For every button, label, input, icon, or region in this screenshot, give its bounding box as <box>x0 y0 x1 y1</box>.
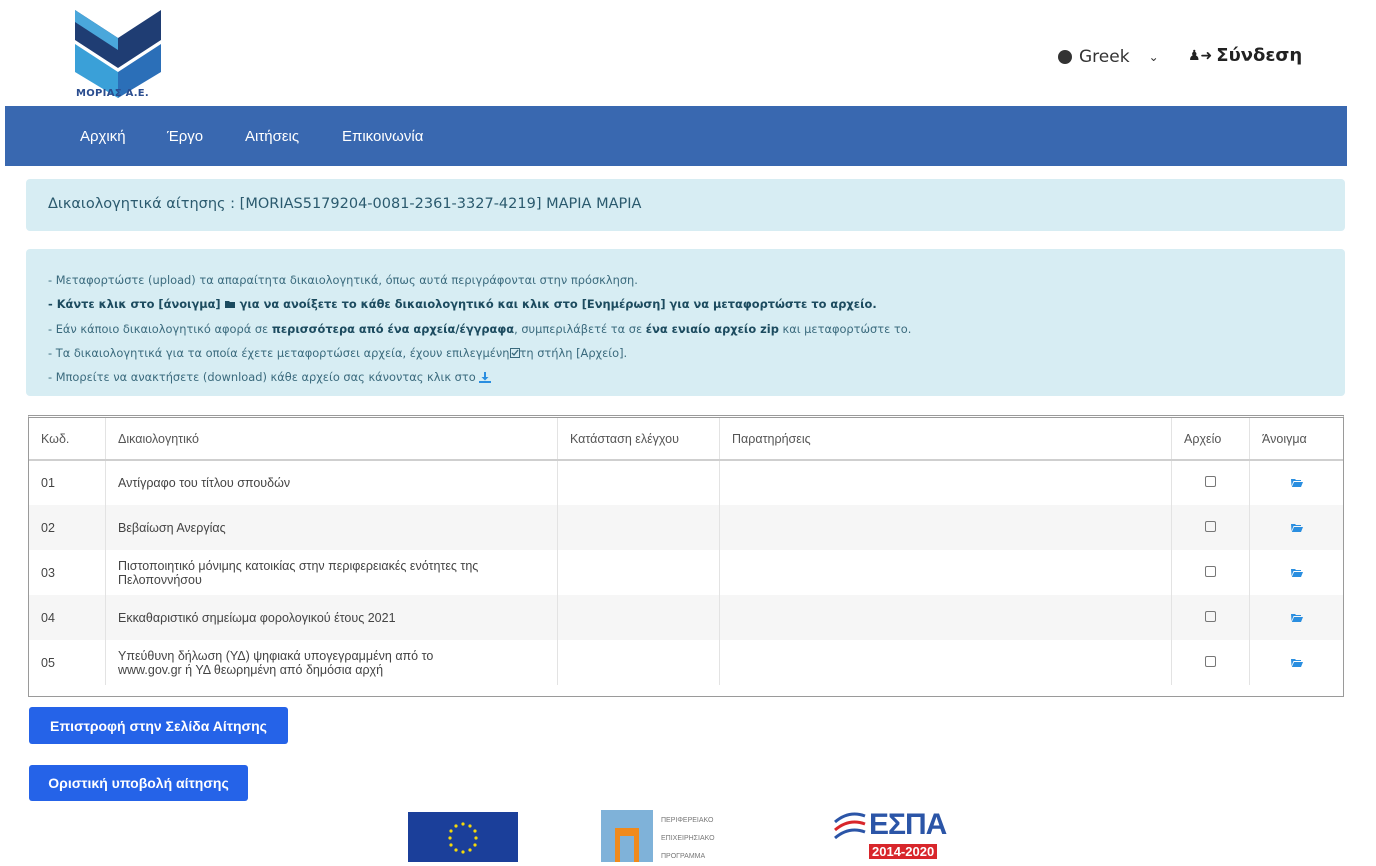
eu-flag-logo <box>408 812 518 862</box>
row-notes <box>719 505 1172 550</box>
row-notes <box>719 460 1172 505</box>
pep-line-3: ΠΡΟΓΡΑΜΜΑ <box>661 853 706 860</box>
nav-item-project[interactable]: Έργο <box>167 128 203 145</box>
table-row: 05 Υπεύθυνη δήλωση (ΥΔ) ψηφιακά υπογεγρα… <box>29 640 1343 685</box>
col-open: Άνοιγμα <box>1249 418 1343 461</box>
logo-text: ΜΟΡΙΑΣ Α.Ε. <box>76 88 150 99</box>
row-status <box>557 550 720 595</box>
folder-open-icon[interactable] <box>1290 568 1303 577</box>
file-checkbox <box>1205 476 1216 487</box>
row-code: 03 <box>29 550 106 595</box>
instructions-panel: - Μεταφορτώστε (upload) τα απαραίτητα δι… <box>26 249 1345 396</box>
row-notes <box>719 550 1172 595</box>
page-title: Δικαιολογητικά αίτησης : [MORIAS5179204-… <box>26 179 1345 231</box>
row-document: Πιστοποιητικό μόνιμης κατοικίας στην περ… <box>105 550 558 595</box>
col-document: Δικαιολογητικό <box>105 418 558 461</box>
pep-line-2: ΕΠΙΧΕΙΡΗΣΙΑΚΟ <box>661 835 715 842</box>
pep-line-1: ΠΕΡΙΦΕΡΕΙΑΚΟ <box>661 817 714 824</box>
instruction-line-3a: - Εάν κάποιο δικαιολογητικό αφορά σε <box>48 321 269 336</box>
col-status: Κατάσταση ελέγχου <box>557 418 720 461</box>
espa-logo: ΕΣΠΑ 2014-2020 <box>833 806 963 862</box>
pep-logo: ΠΕΡΙΦΕΡΕΙΑΚΟ ΕΠΙΧΕΙΡΗΣΙΑΚΟ ΠΡΟΓΡΑΜΜΑ <box>601 810 761 862</box>
folder-open-icon[interactable] <box>1290 523 1303 532</box>
row-file-cell <box>1171 550 1250 595</box>
nav-item-applications[interactable]: Αιτήσεις <box>245 128 299 145</box>
instruction-line-4a: - Τα δικαιολογητικά για τα οποία έχετε μ… <box>48 345 510 360</box>
row-notes <box>719 595 1172 640</box>
row-file-cell <box>1171 460 1250 505</box>
row-open-cell <box>1250 460 1344 505</box>
login-icon: ♟➜ <box>1188 47 1213 64</box>
instruction-line-2-rest: για να ανοίξετε το κάθε δικαιολογητικό κ… <box>239 297 877 312</box>
instruction-line-4b: τη στήλη [Αρχείο]. <box>519 345 628 360</box>
language-selector[interactable]: Greek ⌄ <box>1058 47 1159 67</box>
col-notes: Παρατηρήσεις <box>719 418 1172 461</box>
instruction-line-3: - Εάν κάποιο δικαιολογητικό αφορά σε περ… <box>48 317 1323 341</box>
row-document: Αντίγραφο του τίτλου σπουδών <box>105 460 558 505</box>
row-notes <box>719 640 1172 685</box>
col-code: Κωδ. <box>29 418 106 461</box>
language-label: Greek <box>1079 47 1130 67</box>
instruction-line-4: - Τα δικαιολογητικά για τα οποία έχετε μ… <box>48 341 1323 365</box>
folder-open-icon <box>224 301 235 309</box>
row-document: Βεβαίωση Ανεργίας <box>105 505 558 550</box>
row-file-cell <box>1171 640 1250 685</box>
row-status <box>557 640 720 685</box>
table-row: 04 Εκκαθαριστικό σημείωμα φορολογικού έτ… <box>29 595 1343 640</box>
espa-years: 2014-2020 <box>869 844 938 859</box>
row-code: 04 <box>29 595 106 640</box>
globe-icon <box>1058 50 1072 64</box>
row-open-cell <box>1250 640 1344 685</box>
main-navbar: Αρχική Έργο Αιτήσεις Επικοινωνία <box>5 106 1347 166</box>
row-code: 05 <box>29 640 106 685</box>
nav-item-contact[interactable]: Επικοινωνία <box>342 128 423 145</box>
download-icon <box>479 372 492 384</box>
row-open-cell <box>1250 505 1344 550</box>
file-checkbox <box>1205 610 1216 622</box>
instruction-line-2: - Κάντε κλικ στο [άνοιγμα] για να ανοίξε… <box>48 292 1323 316</box>
folder-open-icon[interactable] <box>1290 658 1303 667</box>
row-file-cell <box>1171 505 1250 550</box>
table-row: 03 Πιστοποιητικό μόνιμης κατοικίας στην … <box>29 550 1343 595</box>
instruction-line-5-text: - Μπορείτε να ανακτήσετε (download) κάθε… <box>48 370 476 385</box>
final-submit-button[interactable]: Οριστική υποβολή αίτησης <box>29 765 248 801</box>
documents-table: Κωδ. Δικαιολογητικό Κατάσταση ελέγχου Πα… <box>28 415 1344 697</box>
row-status <box>557 595 720 640</box>
espa-waves-icon <box>834 812 866 840</box>
file-checkbox <box>1205 520 1216 532</box>
row-document: Εκκαθαριστικό σημείωμα φορολογικού έτους… <box>105 595 558 640</box>
instruction-line-2-text: - Κάντε κλικ στο [άνοιγμα] <box>48 297 221 312</box>
espa-title: ΕΣΠΑ <box>869 808 947 841</box>
row-status <box>557 460 720 505</box>
folder-open-icon[interactable] <box>1290 613 1303 622</box>
instruction-line-1: - Μεταφορτώστε (upload) τα απαραίτητα δι… <box>48 273 638 287</box>
row-code: 02 <box>29 505 106 550</box>
nav-item-home[interactable]: Αρχική <box>80 128 126 145</box>
instruction-line-3e: και μεταφορτώστε το. <box>782 321 912 336</box>
file-checkbox <box>1205 655 1216 667</box>
instruction-line-5: - Μπορείτε να ανακτήσετε (download) κάθε… <box>48 365 1323 389</box>
file-checkbox <box>1205 565 1216 577</box>
checkbox-checked-icon <box>509 348 520 359</box>
row-code: 01 <box>29 460 106 505</box>
instruction-line-3d: ένα ενιαίο αρχείο zip <box>645 321 779 336</box>
table-header-row: Κωδ. Δικαιολογητικό Κατάσταση ελέγχου Πα… <box>29 418 1343 461</box>
back-to-application-button[interactable]: Επιστροφή στην Σελίδα Αίτησης <box>29 707 288 744</box>
instruction-line-3c: , συμπεριλάβετέ τα σε <box>514 321 643 336</box>
row-document: Υπεύθυνη δήλωση (ΥΔ) ψηφιακά υπογεγραμμέ… <box>105 640 558 685</box>
col-file: Αρχείο <box>1171 418 1250 461</box>
row-open-cell <box>1250 595 1344 640</box>
row-file-cell <box>1171 595 1250 640</box>
folder-open-icon[interactable] <box>1290 478 1303 487</box>
instruction-line-3b: περισσότερα από ένα αρχεία/έγγραφα <box>271 321 515 336</box>
row-status <box>557 505 720 550</box>
table-row: 02 Βεβαίωση Ανεργίας <box>29 505 1343 550</box>
row-open-cell <box>1250 550 1344 595</box>
chevron-down-icon: ⌄ <box>1148 50 1159 64</box>
login-link[interactable]: ♟➜ Σύνδεση <box>1188 45 1302 66</box>
pep-mark-icon <box>601 810 653 862</box>
login-label: Σύνδεση <box>1216 45 1303 66</box>
table-row: 01 Αντίγραφο του τίτλου σπουδών <box>29 460 1343 505</box>
